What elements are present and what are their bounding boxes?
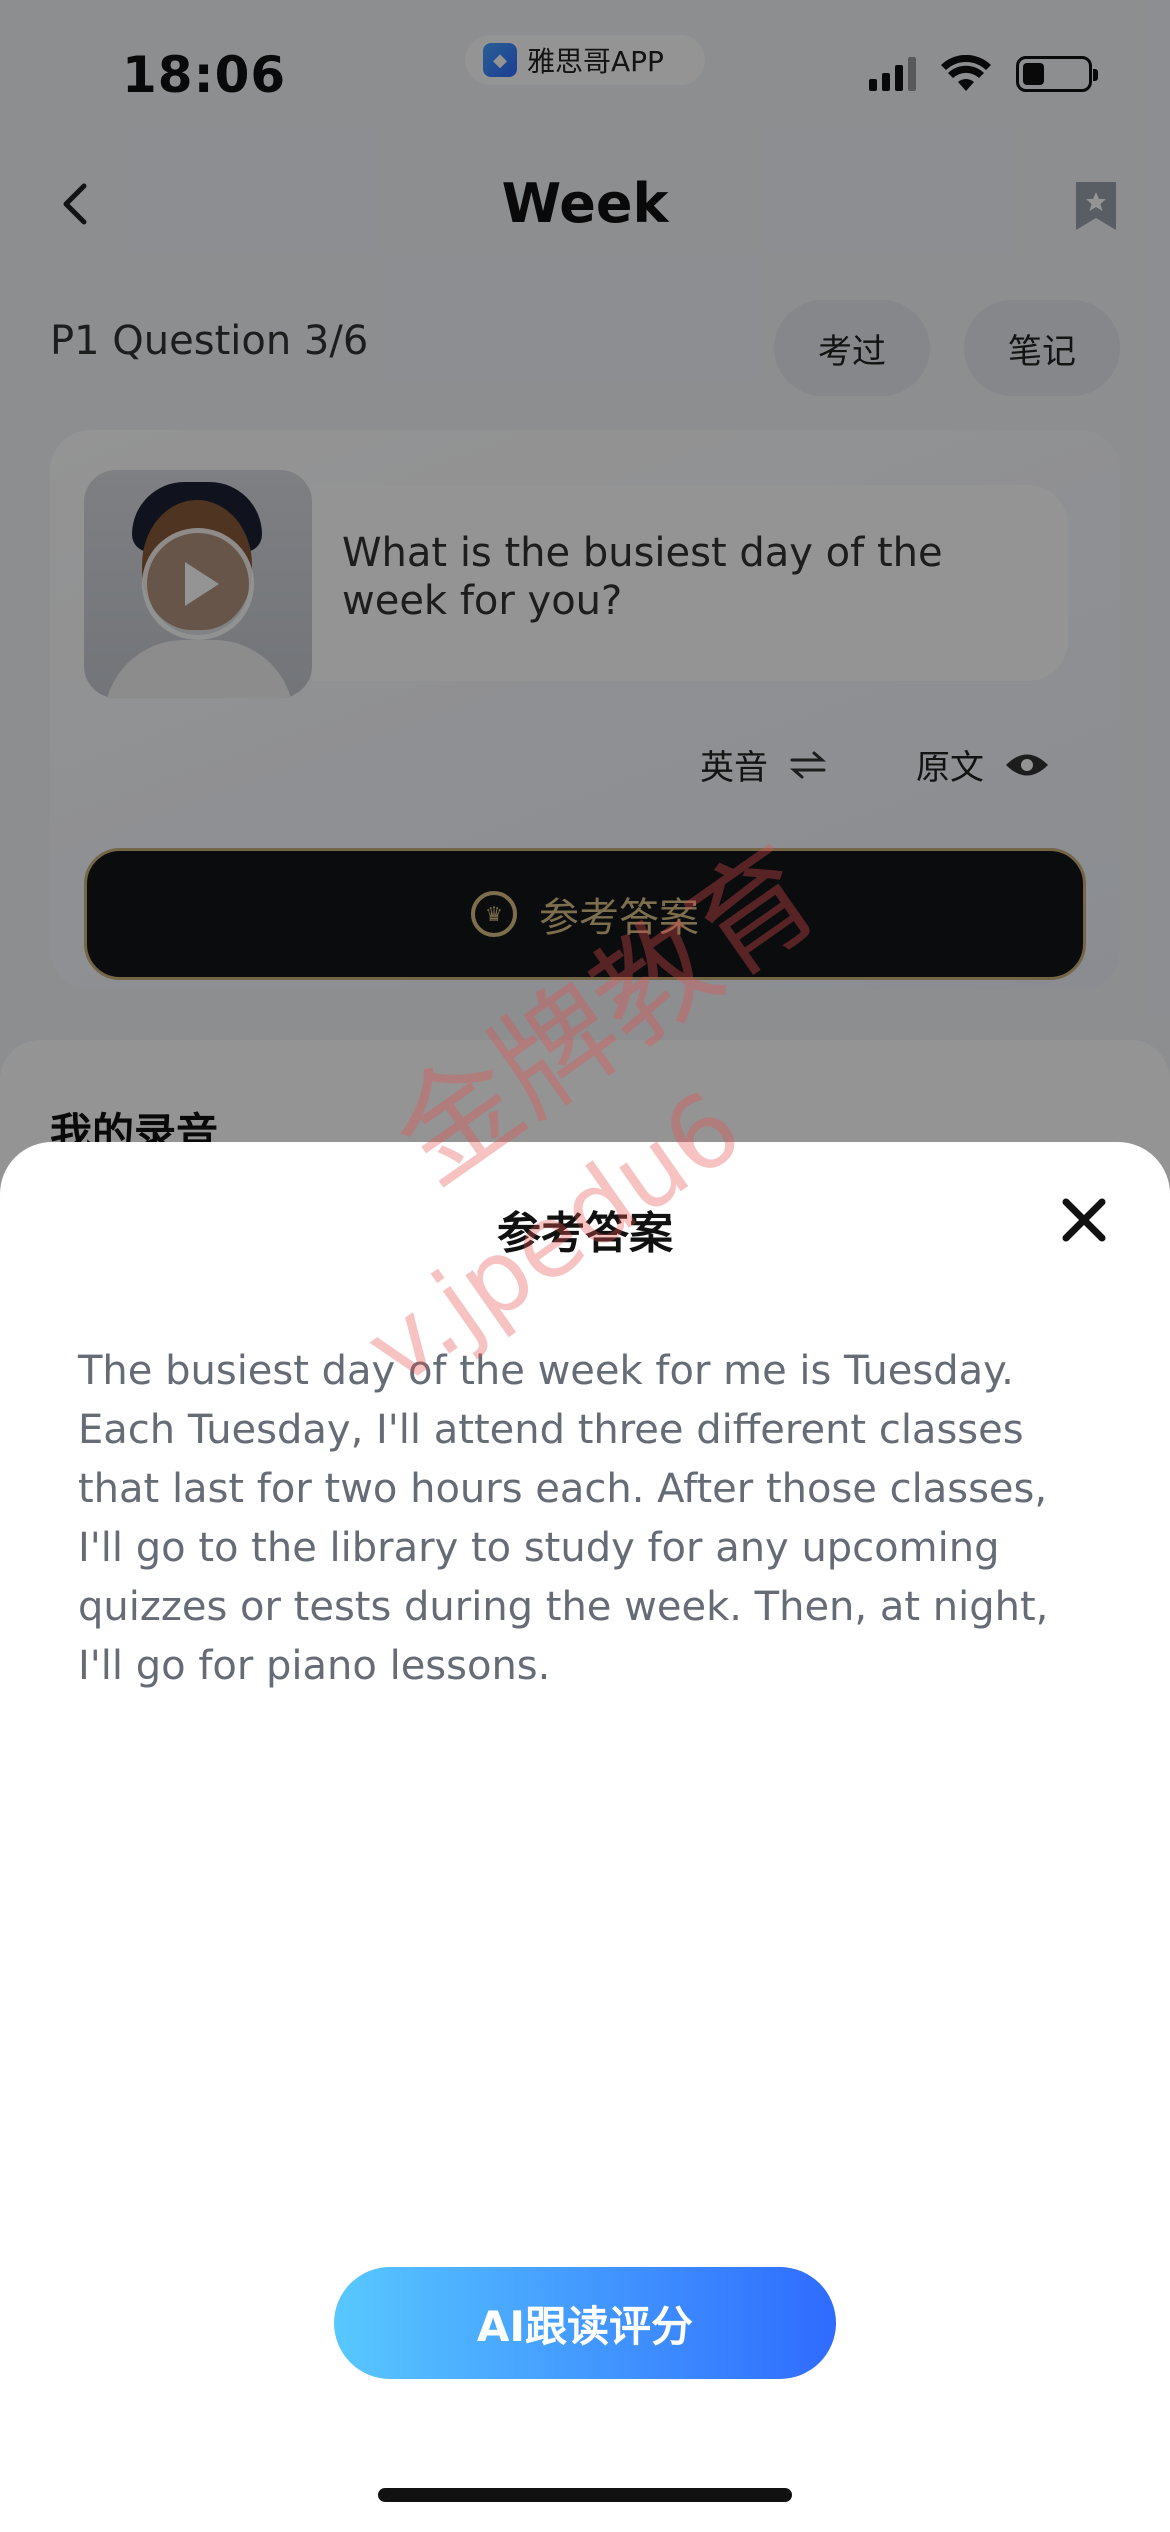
reference-answer-sheet: 参考答案 The busiest day of the week for me … xyxy=(0,1142,1170,2532)
reference-answer-text: The busiest day of the week for me is Tu… xyxy=(78,1348,1049,1689)
ai-read-along-button[interactable]: AI跟读评分 xyxy=(334,2267,836,2379)
sheet-title: 参考答案 xyxy=(497,1208,673,1259)
home-indicator[interactable] xyxy=(378,2488,792,2502)
close-icon[interactable] xyxy=(1058,1194,1110,1246)
